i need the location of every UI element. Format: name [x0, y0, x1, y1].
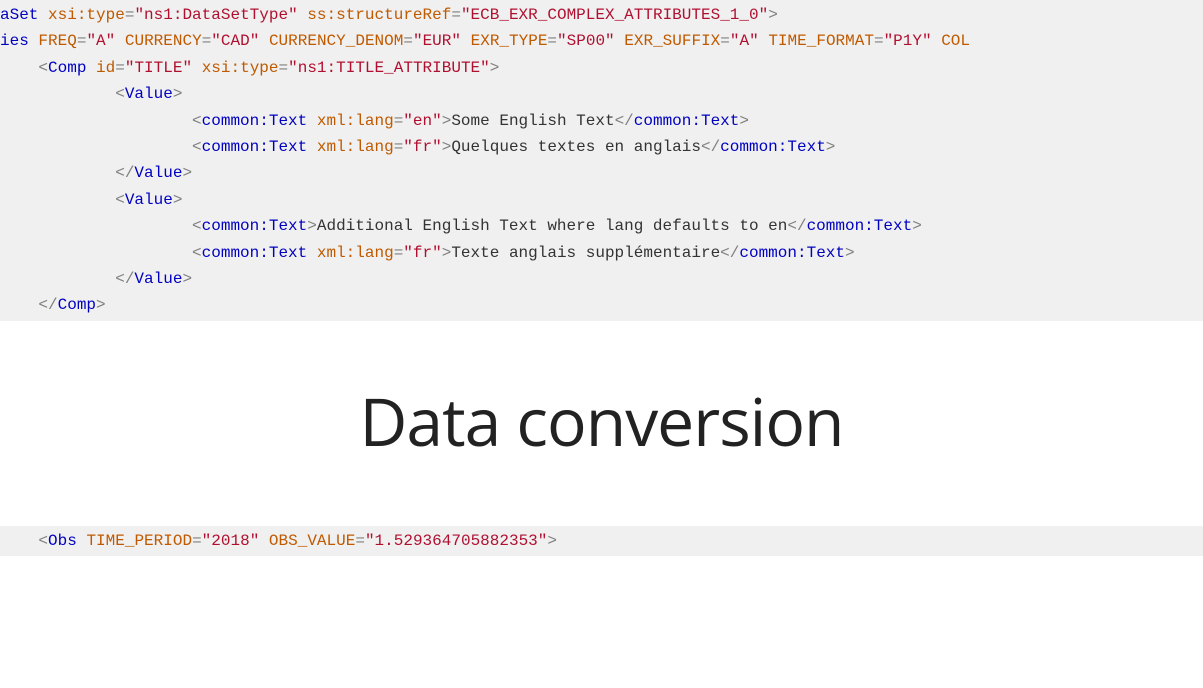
xml-line: <common:Text>Additional English Text whe…: [0, 217, 922, 235]
xml-line: aSet xsi:type="ns1:DataSetType" ss:struc…: [0, 6, 778, 24]
xml-line: <common:Text xml:lang="fr">Texte anglais…: [0, 244, 855, 262]
xml-line: </Value>: [0, 164, 192, 182]
xml-line: <common:Text xml:lang="fr">Quelques text…: [0, 138, 835, 156]
xml-line: <common:Text xml:lang="en">Some English …: [0, 112, 749, 130]
headline-text: Data conversion: [360, 376, 844, 466]
xml-line: </Comp>: [0, 296, 106, 314]
xml-line: ies FREQ="A" CURRENCY="CAD" CURRENCY_DEN…: [0, 32, 970, 50]
xml-line: <Value>: [0, 85, 182, 103]
xml-line: <Value>: [0, 191, 182, 209]
xml-line: <Comp id="TITLE" xsi:type="ns1:TITLE_ATT…: [0, 59, 499, 77]
xml-line: </Value>: [0, 270, 192, 288]
xml-line: <Obs TIME_PERIOD="2018" OBS_VALUE="1.529…: [0, 532, 557, 550]
code-block-top: aSet xsi:type="ns1:DataSetType" ss:struc…: [0, 0, 1203, 321]
code-block-bottom: <Obs TIME_PERIOD="2018" OBS_VALUE="1.529…: [0, 526, 1203, 556]
headline-block: Data conversion: [0, 321, 1203, 526]
